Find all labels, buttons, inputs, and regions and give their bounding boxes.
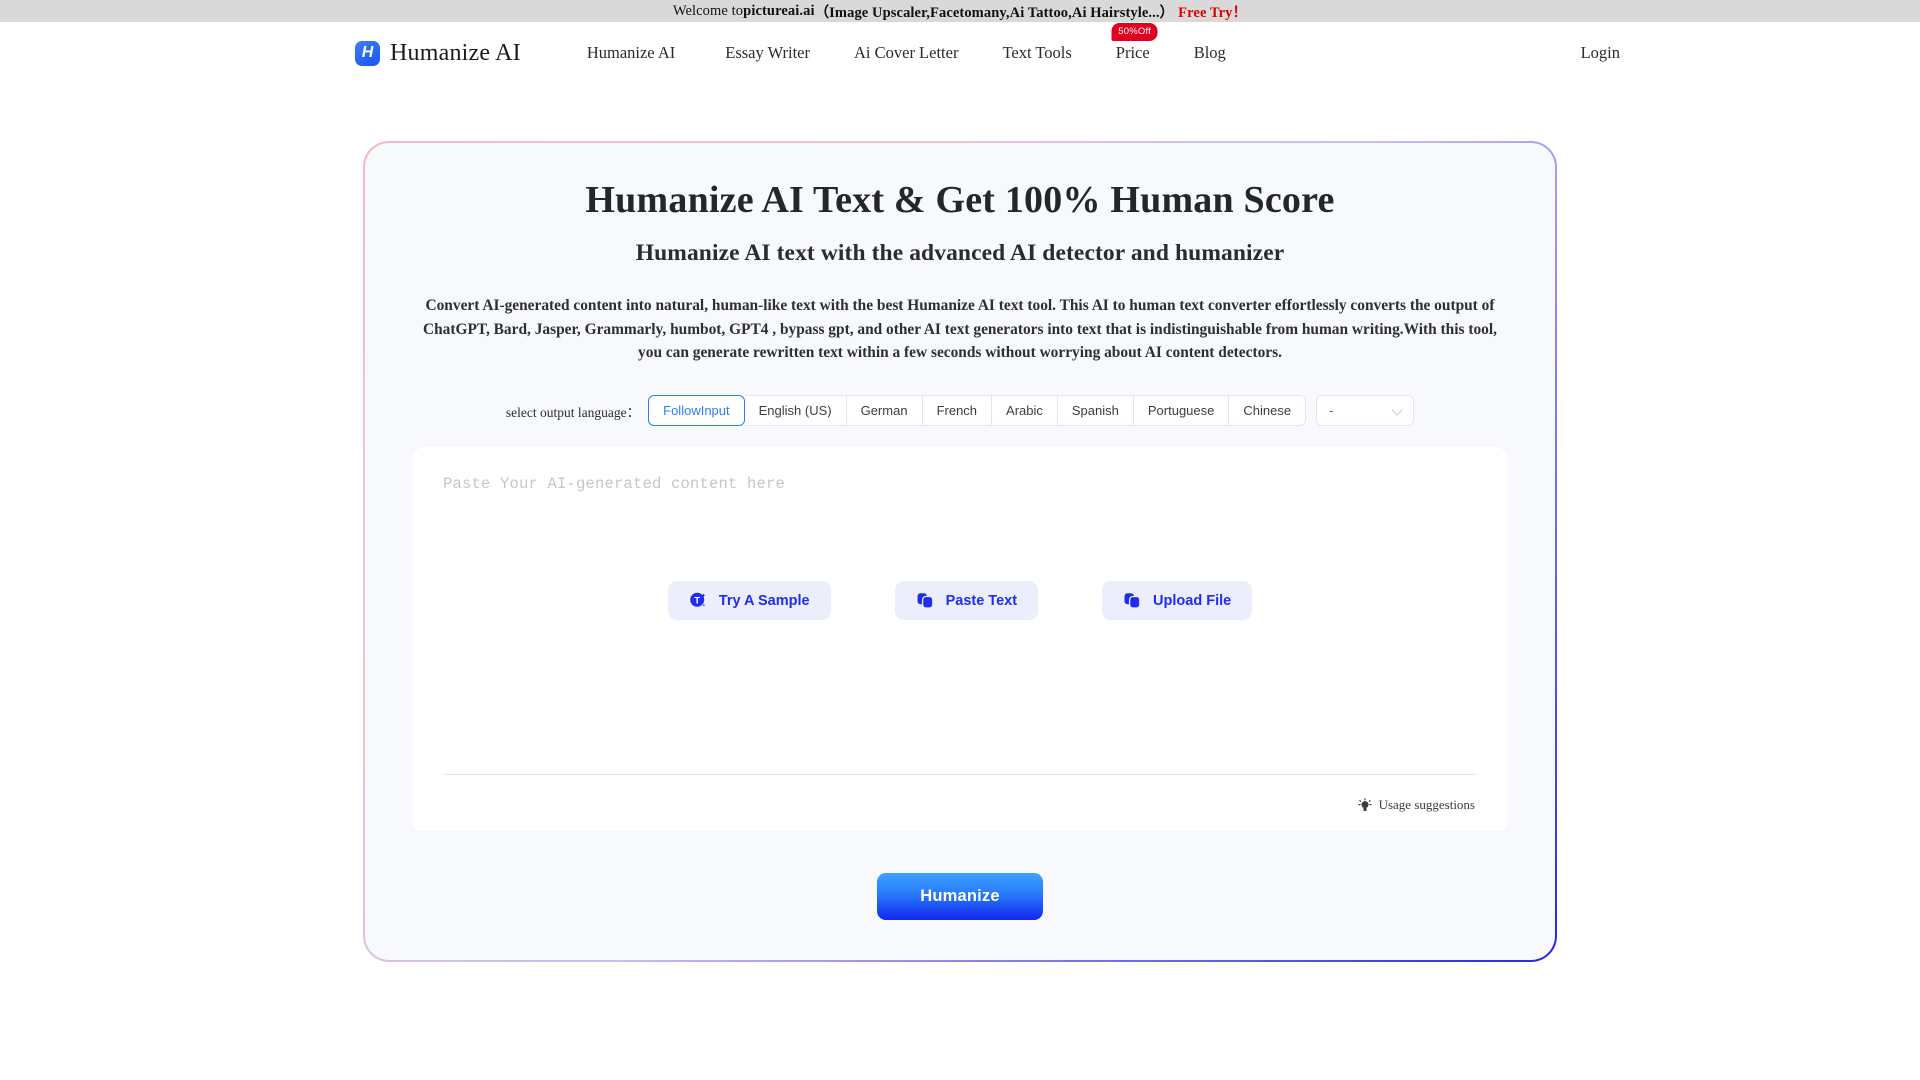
cta-row: Humanize [365,873,1555,921]
language-option-portuguese[interactable]: Portuguese [1133,395,1230,427]
nav-item-ai-cover-letter[interactable]: Ai Cover Letter [832,43,980,63]
language-selector: select output language： FollowInput Engl… [365,395,1555,427]
login-link[interactable]: Login [1581,43,1620,63]
chevron-down-icon [1392,405,1403,416]
nav-item-humanize-ai[interactable]: Humanize AI [587,43,703,63]
announcement-prefix: Welcome to [672,2,744,19]
language-button-group: FollowInput English (US) German French A… [648,395,1307,427]
announcement-free-try[interactable]: Free Try！ [1178,1,1247,22]
nav-item-price-label: Price [1115,43,1150,62]
upload-file-button[interactable]: Upload File [1102,581,1253,621]
editor-footer: Usage suggestions [443,797,1477,813]
language-option-german[interactable]: German [846,395,923,427]
try-a-sample-button[interactable]: T Try A Sample [667,581,831,621]
language-dropdown-value: - [1329,403,1334,419]
logo-text: Humanize AI [390,39,521,66]
upload-file-icon [1123,591,1142,610]
site-header: H Humanize AI Humanize AI Essay Writer A… [0,22,1920,84]
paste-icon [916,591,935,610]
announcement-brand[interactable]: pictureai.ai [743,3,814,20]
sample-text-icon: T [689,591,708,610]
page-description: Convert AI-generated content into natura… [422,296,1497,362]
nav-item-price[interactable]: 50%Off Price [1094,23,1172,63]
editor-card: Paste Your AI-generated content here T T… [413,447,1507,832]
language-option-french[interactable]: French [922,395,993,427]
usage-suggestions-label[interactable]: Usage suggestions [1379,797,1475,813]
nav-item-essay-writer[interactable]: Essay Writer [703,43,832,63]
language-selector-label: select output language： [505,404,641,420]
nav-item-blog[interactable]: Blog [1172,43,1248,63]
discount-badge: 50%Off [1111,23,1158,41]
try-a-sample-label: Try A Sample [718,592,810,609]
nav-item-text-tools[interactable]: Text Tools [980,43,1093,63]
language-option-followinput[interactable]: FollowInput [648,395,745,427]
hero-card-inner: Humanize AI Text & Get 100% Human Score … [365,143,1555,961]
paste-text-button[interactable]: Paste Text [894,581,1039,621]
hero-gradient-card: Humanize AI Text & Get 100% Human Score … [363,141,1557,963]
lightbulb-icon [1357,798,1372,813]
language-option-english-us[interactable]: English (US) [744,395,847,427]
language-option-chinese[interactable]: Chinese [1229,395,1307,427]
editor-spacer [443,620,1477,768]
upload-file-label: Upload File [1153,592,1232,609]
logo-icon: H [355,40,380,66]
svg-text:T: T [694,596,700,607]
humanize-button[interactable]: Humanize [877,873,1043,921]
page-subtitle: Humanize AI text with the advanced AI de… [635,239,1285,266]
editor-action-buttons: T Try A Sample Paste Text Upload File [443,581,1477,621]
language-dropdown[interactable]: - [1316,395,1415,427]
page-title: Humanize AI Text & Get 100% Human Score [585,179,1335,221]
main-nav: Humanize AI Essay Writer Ai Cover Letter… [587,23,1248,63]
language-option-arabic[interactable]: Arabic [992,395,1058,427]
paste-text-label: Paste Text [945,592,1018,609]
language-option-spanish[interactable]: Spanish [1057,395,1134,427]
logo[interactable]: H Humanize AI [355,40,521,67]
announcement-products: （Image Upscaler,Facetomany,Ai Tattoo,Ai … [814,4,1175,21]
announcement-bar: Welcome to pictureai.ai （Image Upscaler,F… [0,0,1920,22]
hero-section: Humanize AI Text & Get 100% Human Score … [0,84,1920,963]
content-textarea[interactable]: Paste Your AI-generated content here [443,475,1477,493]
editor-divider [443,774,1477,776]
